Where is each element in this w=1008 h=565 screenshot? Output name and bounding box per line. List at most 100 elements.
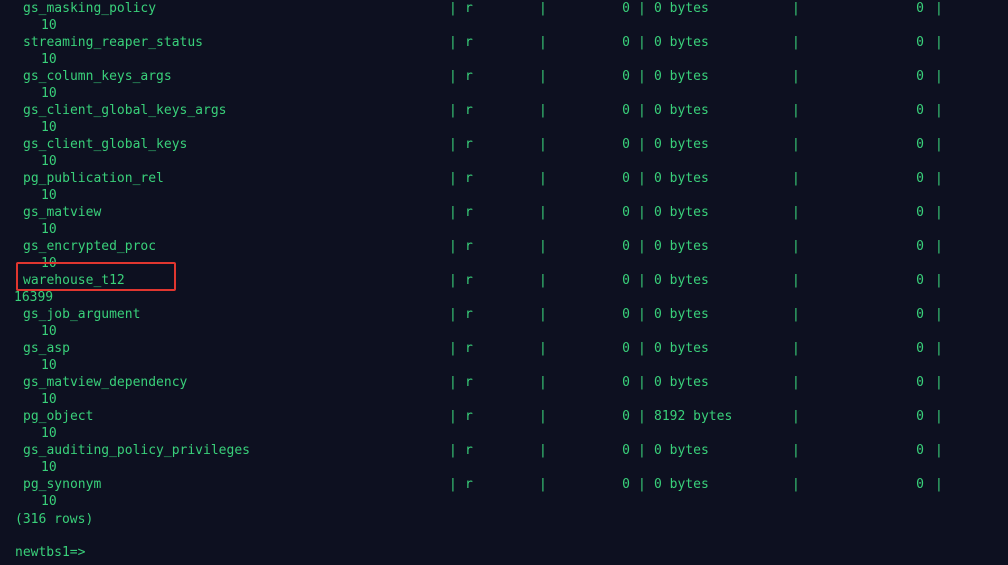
size-cell: 0 bytes [654,205,709,220]
table-row: pg_synonym | r | 0 | 0 bytes | 0 | [0,476,1008,493]
value-cell: 0 [622,443,630,458]
relation-kind: r [465,307,473,322]
table-row: gs_matview_dependency | r | 0 | 0 bytes | 0 | [0,374,1008,391]
separator: | [792,409,800,424]
relation-kind: r [465,443,473,458]
wrapped-row: 10 [0,357,1008,374]
size-cell: 0 bytes [654,341,709,356]
separator: | [539,137,547,152]
value-cell: 0 [622,205,630,220]
separator: | [935,341,943,356]
relation-kind: r [465,409,473,424]
separator: | [638,1,646,16]
value-cell: 0 [916,477,924,492]
separator: | [449,69,457,84]
separator: | [638,273,646,288]
relation-kind: r [465,375,473,390]
separator: | [935,273,943,288]
separator: | [539,69,547,84]
value-cell: 0 [622,1,630,16]
wrapped-value: 10 [41,358,57,373]
separator: | [792,375,800,390]
relation-kind: r [465,205,473,220]
value-cell: 0 [622,477,630,492]
prompt[interactable]: newtbs1=> [15,544,85,561]
value-cell: 0 [622,239,630,254]
separator: | [638,205,646,220]
value-cell: 0 [916,273,924,288]
separator: | [449,307,457,322]
separator: | [638,341,646,356]
separator: | [539,171,547,186]
value-cell: 0 [916,443,924,458]
separator: | [638,375,646,390]
separator: | [935,205,943,220]
separator: | [935,239,943,254]
separator: | [449,375,457,390]
separator: | [539,205,547,220]
separator: | [539,341,547,356]
separator: | [638,103,646,118]
separator: | [638,409,646,424]
relation-kind: r [465,1,473,16]
separator: | [539,375,547,390]
separator: | [935,103,943,118]
separator: | [935,443,943,458]
value-cell: 0 [916,1,924,16]
size-cell: 0 bytes [654,375,709,390]
terminal-window[interactable]: gs_masking_policy | r | 0 | 0 bytes | 0 | 10 stream… [0,0,1008,565]
separator: | [449,137,457,152]
table-name: pg_synonym [23,477,102,492]
separator: | [935,171,943,186]
separator: | [449,443,457,458]
value-cell: 0 [916,239,924,254]
size-cell: 0 bytes [654,443,709,458]
separator: | [792,307,800,322]
wrapped-value: 10 [41,426,57,441]
table-row: gs_column_keys_args | r | 0 | 0 bytes | 0 | [0,68,1008,85]
separator: | [449,35,457,50]
table-row: gs_client_global_keys_args | r | 0 | 0 bytes | 0… [0,102,1008,119]
size-cell: 0 bytes [654,137,709,152]
wrapped-value: 10 [41,324,57,339]
table-name: gs_auditing_policy_privileges [23,443,250,458]
separator: | [792,341,800,356]
separator: | [638,307,646,322]
separator: | [638,239,646,254]
separator: | [449,103,457,118]
wrapped-row: 10 [0,51,1008,68]
value-cell: 0 [622,341,630,356]
separator: | [638,171,646,186]
separator: | [792,69,800,84]
separator: | [539,103,547,118]
wrapped-value: 10 [41,52,57,67]
separator: | [449,239,457,254]
table-row: gs_auditing_policy_privileges | r | 0 | 0 byte… [0,442,1008,459]
wrapped-row: 10 [0,187,1008,204]
table-row: gs_job_argument | r | 0 | 0 bytes | 0 | [0,306,1008,323]
value-cell: 0 [916,307,924,322]
table-name: gs_encrypted_proc [23,239,157,254]
separator: | [792,205,800,220]
table-name: gs_matview_dependency [23,375,188,390]
separator: | [935,477,943,492]
value-cell: 0 [916,171,924,186]
table-name: gs_masking_policy [23,1,157,16]
separator: | [539,409,547,424]
value-cell: 0 [622,171,630,186]
value-cell: 0 [622,137,630,152]
separator: | [638,69,646,84]
relation-kind: r [465,171,473,186]
separator: | [935,307,943,322]
value-cell: 0 [916,341,924,356]
table-name: gs_job_argument [23,307,141,322]
separator: | [935,375,943,390]
separator: | [449,341,457,356]
value-cell: 0 [916,103,924,118]
table-name: gs_matview [23,205,102,220]
table-row: streaming_reaper_status | r | 0 | 0 bytes | 0 | [0,34,1008,51]
separator: | [935,1,943,16]
wrapped-value: 10 [41,18,57,33]
wrapped-value: 10 [41,188,57,203]
row-count: (316 rows) [15,512,94,527]
